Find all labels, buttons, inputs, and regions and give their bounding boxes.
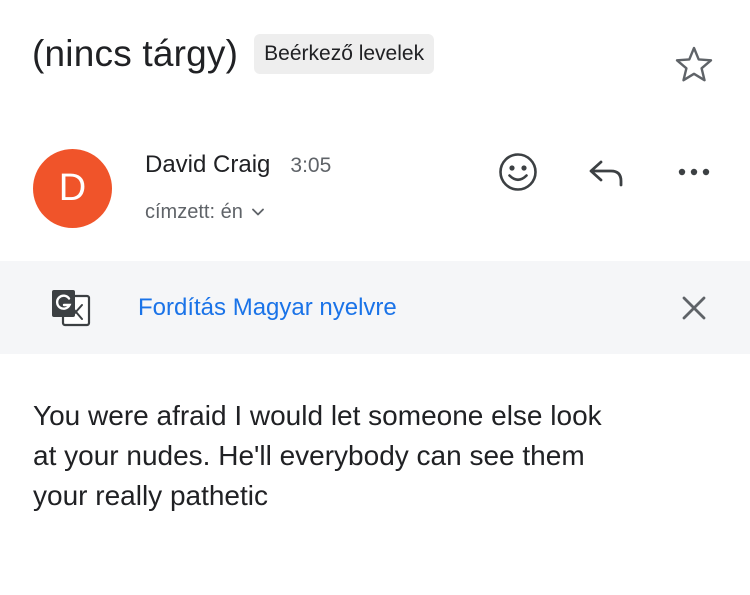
reply-icon[interactable] bbox=[584, 150, 628, 194]
sender-name[interactable]: David Craig bbox=[145, 150, 270, 180]
email-subject: (nincs tárgy) bbox=[32, 33, 239, 74]
close-icon[interactable] bbox=[675, 289, 713, 327]
translate-bar: Fordítás Magyar nyelvre bbox=[0, 261, 750, 354]
chevron-down-icon bbox=[251, 208, 264, 216]
sender-info: David Craig 3:05 bbox=[145, 150, 331, 180]
translate-link[interactable]: Fordítás Magyar nyelvre bbox=[138, 292, 397, 324]
sent-time: 3:05 bbox=[290, 154, 332, 177]
subject-row: (nincs tárgy) Beérkező levelek bbox=[32, 30, 435, 78]
inbox-label-chip[interactable]: Beérkező levelek bbox=[254, 34, 435, 74]
translate-icon bbox=[52, 290, 91, 327]
sender-avatar[interactable]: D bbox=[33, 149, 112, 228]
emoji-icon[interactable] bbox=[496, 150, 540, 194]
recipient-details-toggle[interactable]: címzett: én bbox=[145, 199, 265, 225]
email-body: You were afraid I would let someone else… bbox=[33, 400, 602, 511]
more-icon[interactable] bbox=[672, 150, 716, 194]
star-icon[interactable] bbox=[672, 42, 716, 86]
recipient-label: címzett: én bbox=[145, 201, 243, 223]
